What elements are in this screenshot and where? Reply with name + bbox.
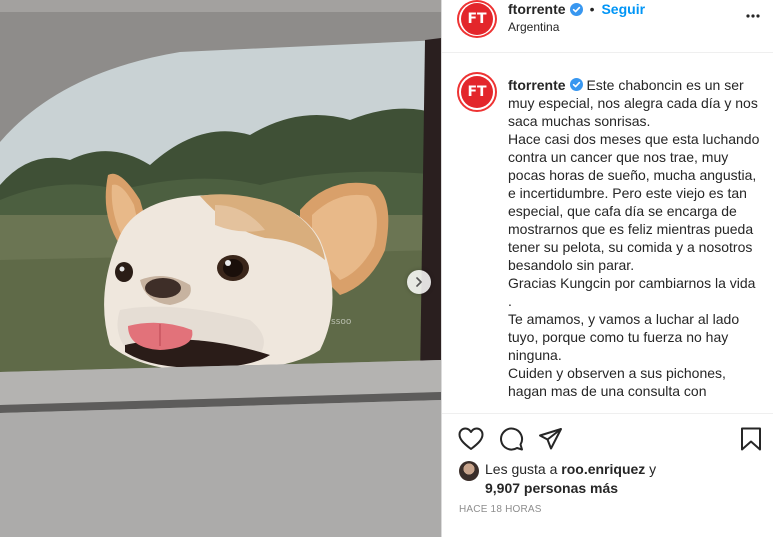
post-caption: FT ftorrente Este chaboncin es un ser mu… [442,53,773,413]
verified-badge-icon [569,78,583,91]
verified-badge-icon [569,2,583,16]
photo-watermark: ssoo [331,317,352,327]
follow-button[interactable]: Seguir [601,1,645,17]
comment-icon[interactable] [499,427,524,456]
post-photo[interactable]: ssoo [0,0,441,537]
dog-photo-image [0,0,441,537]
likes-summary: Les gusta a roo.enriquez y 9,907 persona… [459,460,656,498]
post-header: FT ftorrente • Seguir Argentina [442,0,773,53]
chevron-right-icon [416,277,422,287]
caption-avatar[interactable]: FT [457,72,497,112]
heart-icon[interactable] [458,427,484,456]
likes-count[interactable]: 9,907 personas más [485,480,618,496]
avatar-initials: FT [461,3,493,35]
avatar-initials: FT [461,76,493,108]
send-icon[interactable] [538,427,563,456]
post-location[interactable]: Argentina [508,20,559,34]
likes-text: Les gusta a roo.enriquez y 9,907 persona… [485,460,656,498]
caption-text-block: ftorrente Este chaboncin es un ser muy e… [508,76,761,400]
caption-body: Este chaboncin es un ser muy especial, n… [508,77,760,399]
author-avatar[interactable]: FT [457,0,497,38]
post-actions-bar [442,413,773,457]
separator-dot: • [589,1,595,17]
liker-avatar[interactable] [459,461,479,481]
post-timestamp[interactable]: HACE 18 HORAS [459,504,542,515]
bookmark-icon[interactable] [740,427,762,456]
caption-username[interactable]: ftorrente [508,77,566,93]
liker-username[interactable]: roo.enriquez [561,461,645,477]
likes-prefix: Les gusta a [485,461,562,477]
header-user-row: ftorrente • Seguir [508,1,645,17]
next-photo-button[interactable] [407,270,431,294]
author-username[interactable]: ftorrente [508,1,566,17]
post-side-panel: FT ftorrente • Seguir Argentina FT ftorr… [441,0,773,537]
more-options-icon[interactable] [745,8,761,29]
likes-middle: y [645,461,657,477]
